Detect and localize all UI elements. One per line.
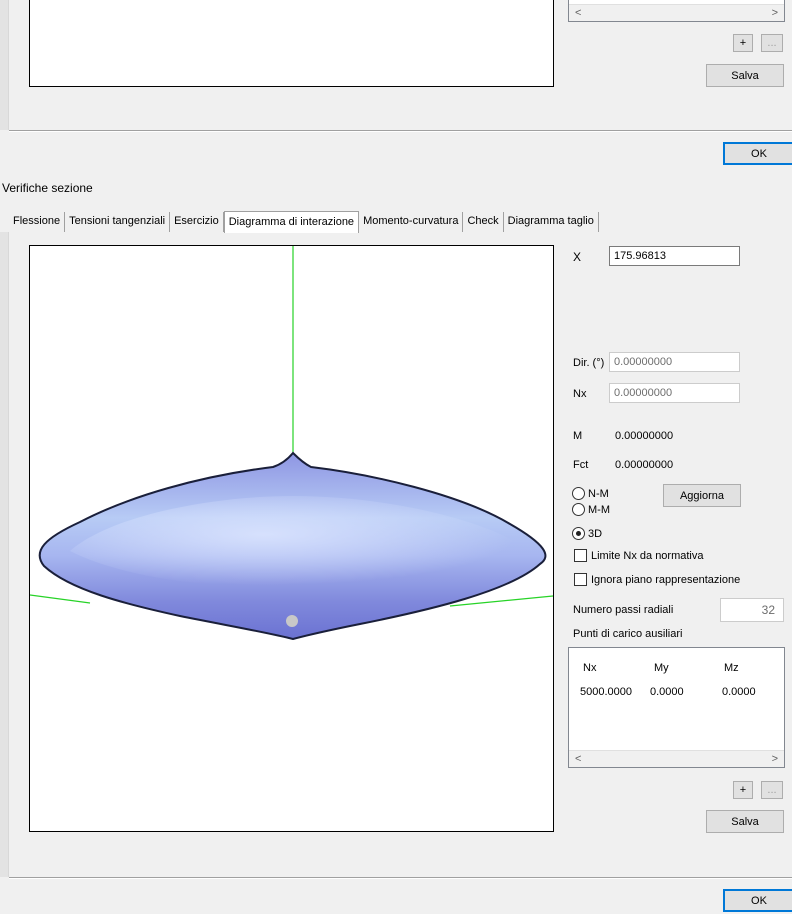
interaction-diagram-3d [30,246,553,641]
fct-label: Fct [573,459,589,471]
left-frame-strip [0,0,9,130]
save-button[interactable]: Salva [706,810,784,833]
radio-3d-label: 3D [588,527,603,540]
cell-my: 0.0000 [650,686,684,698]
table-hscroll[interactable]: < > [569,750,784,767]
window-title: Verifiche sezione [2,181,93,195]
top-list-view[interactable]: < > [568,0,785,22]
top-add-button[interactable]: + [733,34,753,52]
interaction-diagram-viewport[interactable] [29,245,554,832]
radio-mm[interactable]: M-M [572,503,610,516]
tab-momento-curvatura[interactable]: Momento-curvatura [359,212,464,232]
tab-diagramma-interazione[interactable]: Diagramma di interazione [223,211,360,233]
aux-points-label: Punti di carico ausiliari [573,628,683,640]
col-my[interactable]: My [654,662,669,674]
scroll-right-icon[interactable]: > [772,7,778,19]
top-graph-area [29,0,554,87]
horizontal-axis-left [30,594,91,604]
update-button[interactable]: Aggiorna [663,484,741,507]
tab-bar: Flessione Tensioni tangenziali Esercizio… [9,210,599,233]
x-input[interactable] [609,246,740,266]
check-limit-nx[interactable]: Limite Nx da normativa [574,549,704,562]
left-frame-strip-lower [0,232,9,877]
col-nx[interactable]: Nx [583,662,596,674]
check-ignore-plane-label: Ignora piano rappresentazione [591,573,741,586]
tab-tensioni-tangenziali[interactable]: Tensioni tangenziali [65,212,171,232]
top-separator [9,130,792,132]
radio-nm[interactable]: N-M [572,487,609,500]
radio-circle-icon [572,503,585,516]
cell-mz: 0.0000 [722,686,756,698]
m-value: 0.00000000 [615,430,674,442]
x-label: X [573,250,582,264]
add-point-button[interactable]: + [733,781,753,799]
cell-nx: 5000.0000 [580,686,632,698]
scroll-left-icon[interactable]: < [575,753,581,765]
nx-label: Nx [573,388,587,400]
radial-steps-input[interactable] [720,598,784,622]
tab-flessione[interactable]: Flessione [9,212,66,232]
tab-check[interactable]: Check [463,212,504,232]
col-mz[interactable]: Mz [724,662,739,674]
check-limit-nx-label: Limite Nx da normativa [591,549,704,562]
check-ignore-plane[interactable]: Ignora piano rappresentazione [574,573,740,586]
dir-input[interactable] [609,352,740,372]
more-button[interactable]: ... [761,781,783,799]
scroll-right-icon[interactable]: > [772,753,778,765]
bottom-separator [9,877,792,879]
nx-input[interactable] [609,383,740,403]
m-label: M [573,430,583,442]
aux-points-table[interactable]: Nx My Mz 5000.0000 0.0000 0.0000 < > [568,647,785,768]
top-list-hscroll[interactable]: < > [569,4,784,21]
checkbox-icon [574,549,587,562]
radio-mm-label: M-M [588,503,610,516]
radio-3d[interactable]: 3D [572,527,602,540]
top-more-button[interactable]: ... [761,34,783,52]
radio-selected-icon [572,527,585,540]
fct-value: 0.00000000 [615,459,674,471]
top-save-button[interactable]: Salva [706,64,784,87]
radio-circle-icon [572,487,585,500]
tab-esercizio[interactable]: Esercizio [170,212,224,232]
radial-steps-label: Numero passi radiali [573,604,674,616]
radio-nm-label: N-M [588,487,609,500]
dir-label: Dir. (°) [573,357,605,369]
scroll-left-icon[interactable]: < [575,7,581,19]
ok-button[interactable]: OK [723,889,792,912]
checkbox-icon [574,573,587,586]
tab-diagramma-taglio[interactable]: Diagramma taglio [503,212,599,232]
load-point-marker[interactable] [286,615,298,627]
top-ok-button[interactable]: OK [723,142,792,165]
